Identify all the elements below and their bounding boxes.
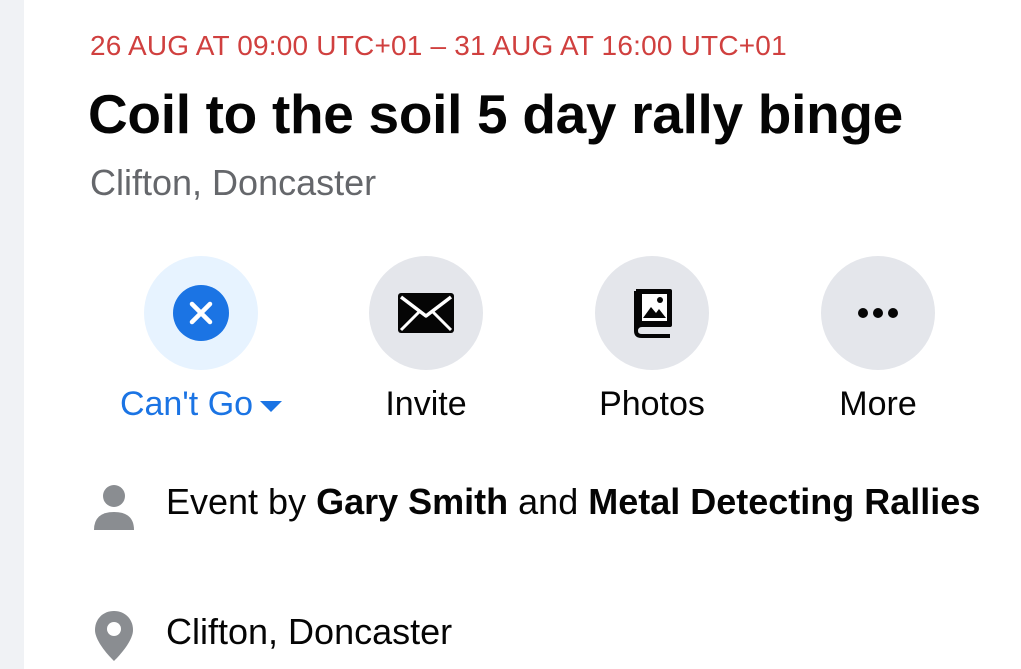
cant-go-circle[interactable]: [144, 256, 258, 370]
event-card: 26 AUG AT 09:00 UTC+01 – 31 AUG AT 16:00…: [24, 0, 1021, 669]
more-circle[interactable]: [821, 256, 935, 370]
location-row[interactable]: Clifton, Doncaster: [90, 606, 986, 662]
more-dots-icon: [858, 308, 898, 318]
host-gary-smith-link[interactable]: Gary Smith: [316, 481, 508, 522]
location-text[interactable]: Clifton, Doncaster: [166, 606, 986, 657]
close-circle-icon: [173, 285, 229, 341]
invite-label[interactable]: Invite: [385, 385, 466, 424]
event-title: Coil to the soil 5 day rally binge: [88, 83, 903, 145]
event-date-range: 26 AUG AT 09:00 UTC+01 – 31 AUG AT 16:00…: [90, 30, 787, 61]
host-metal-detecting-rallies-link[interactable]: Metal Detecting Rallies: [588, 481, 980, 522]
envelope-icon: [398, 293, 454, 333]
invite-circle[interactable]: [369, 256, 483, 370]
invite-button[interactable]: Invite: [336, 256, 516, 424]
person-icon: [94, 485, 134, 530]
location-pin-icon: [95, 611, 133, 661]
host-text: Event by Gary Smith and Metal Detecting …: [166, 481, 981, 522]
more-button[interactable]: More: [788, 256, 968, 424]
cant-go-button[interactable]: Can't Go: [111, 256, 291, 424]
photo-book-icon: [634, 289, 672, 338]
event-location-subtitle[interactable]: Clifton, Doncaster: [90, 162, 376, 204]
host-row: Event by Gary Smith and Metal Detecting …: [90, 476, 986, 532]
photos-label[interactable]: Photos: [599, 385, 705, 424]
more-label[interactable]: More: [839, 385, 916, 424]
photos-button[interactable]: Photos: [562, 256, 742, 424]
photos-circle[interactable]: [595, 256, 709, 370]
caret-down-icon[interactable]: [260, 401, 283, 412]
cant-go-label[interactable]: Can't Go: [120, 385, 283, 424]
